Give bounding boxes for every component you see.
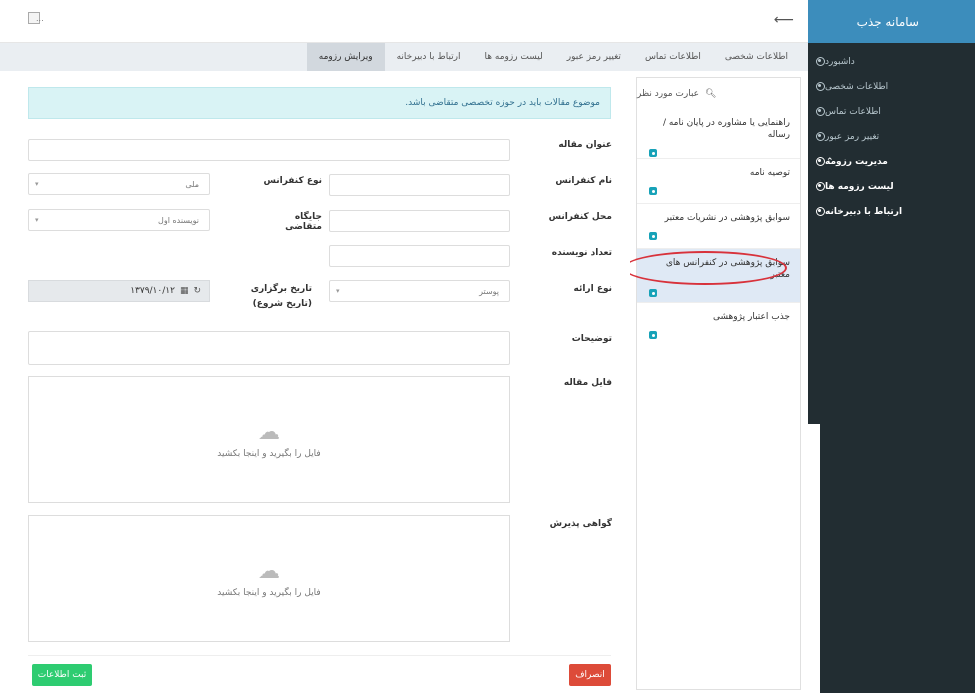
cloud-upload-icon: ☁ <box>258 559 280 584</box>
sidebar-item-label: لیست رزومه ها <box>825 181 894 192</box>
highlight-circle <box>623 251 787 285</box>
dropzone-text: فایل را بگیرید و اینجا بکشید <box>217 588 321 598</box>
chevron-down-icon: ▾ <box>336 287 340 295</box>
sidebar-item-label: اطلاعات شخصی <box>825 81 889 92</box>
cert-label: گواهی پذیرش <box>549 519 612 529</box>
present-type-value: پوستر <box>479 286 499 296</box>
conf-place-label: محل کنفرانس <box>548 212 612 222</box>
circle-icon <box>816 107 825 116</box>
avatar-label: ... <box>36 14 44 23</box>
plus-icon[interactable] <box>649 187 657 195</box>
authors-label: تعداد نویسنده <box>551 248 612 258</box>
list-item-conference-research[interactable]: سوابق پژوهشی در کنفرانس های معتبر <box>623 249 800 303</box>
circle-icon <box>816 182 825 191</box>
list-item-label: راهنمایی یا مشاوره در پایان نامه / رساله <box>662 118 790 140</box>
file-label: فایل مقاله <box>563 378 612 388</box>
calendar-icon[interactable]: ▦ <box>180 286 189 296</box>
sidebar: سامانه جذب داشبورد اطلاعات شخصی اطلاعات … <box>808 0 975 693</box>
sidebar-item-label: ارتباط با دبیرخانه <box>825 206 903 217</box>
search-input[interactable]: 🔍︎ عبارت مورد نظر <box>637 78 800 109</box>
acceptance-cert-dropzone[interactable]: ☁ فایل را بگیرید و اینجا بکشید <box>28 515 510 642</box>
applicant-pos-label: جایگاه متقاضی <box>285 212 322 232</box>
title-label: عنوان مقاله <box>558 140 612 150</box>
present-type-label: نوع ارائه <box>573 284 613 294</box>
present-type-select[interactable]: پوستر ▾ <box>329 280 510 302</box>
tab-personal-info[interactable]: اطلاعات شخصی <box>713 43 800 71</box>
conf-name-input[interactable] <box>329 174 510 196</box>
date-value: ۱۳۷۹/۱۰/۱۲ <box>130 286 175 296</box>
sidebar-item-personal-info[interactable]: اطلاعات شخصی <box>808 74 975 99</box>
main-form: موضوع مقالات باید در حوزه تخصصی متقاضی ب… <box>10 77 630 690</box>
sidebar-item-resume-management[interactable]: ⌃ مدیریت رزومه <box>808 149 975 174</box>
cloud-upload-icon: ☁ <box>258 420 280 445</box>
list-item-recommendation[interactable]: توصیه نامه <box>637 159 800 204</box>
circle-icon <box>816 132 825 141</box>
sidebar-item-label: داشبورد <box>825 56 855 67</box>
circle-icon <box>816 57 825 66</box>
sidebar-item-change-password[interactable]: تغییر رمز عبور <box>808 124 975 149</box>
list-item-label: توصیه نامه <box>749 168 790 178</box>
description-textarea[interactable] <box>28 331 510 365</box>
search-icon: 🔍︎ <box>705 88 717 99</box>
desc-label: توضیحات <box>571 334 612 344</box>
resume-section-list: 🔍︎ عبارت مورد نظر راهنمایی یا مشاوره در … <box>623 77 801 690</box>
info-alert: موضوع مقالات باید در حوزه تخصصی متقاضی ب… <box>28 87 611 119</box>
tab-edit-resume[interactable]: ویرایش رزومه <box>306 43 385 71</box>
conf-type-select[interactable]: ملی ▾ <box>28 173 210 195</box>
plus-icon[interactable] <box>649 149 657 157</box>
list-item-label: سوابق پژوهشی در نشریات معتبر <box>664 213 790 223</box>
chevron-down-icon: ▾ <box>35 216 39 224</box>
cancel-button[interactable]: انصراف <box>569 664 611 686</box>
refresh-icon[interactable]: ↻ <box>193 286 201 296</box>
sidebar-item-contact-info[interactable]: اطلاعات تماس <box>808 99 975 124</box>
sidebar-item-dashboard[interactable]: داشبورد <box>808 49 975 74</box>
conf-name-label: نام کنفرانس <box>555 176 612 186</box>
conf-place-input[interactable] <box>329 210 510 232</box>
circle-icon <box>816 157 825 166</box>
sidebar-item-secretariat[interactable]: ارتباط با دبیرخانه <box>808 199 975 224</box>
sidebar-item-label: مدیریت رزومه <box>825 156 888 167</box>
plus-icon[interactable] <box>649 331 657 339</box>
title-input[interactable] <box>28 139 510 161</box>
tab-secretariat[interactable]: ارتباط با دبیرخانه <box>385 43 473 71</box>
form-divider <box>28 655 611 656</box>
date-picker[interactable]: ۱۳۷۹/۱۰/۱۲ ▦ ↻ <box>28 280 210 302</box>
plus-icon[interactable] <box>649 289 657 297</box>
sidebar-item-label: اطلاعات تماس <box>825 106 881 117</box>
sidebar-item-label: تغییر رمز عبور <box>825 131 880 142</box>
list-item-label: جذب اعتبار پژوهشی <box>713 312 790 322</box>
authors-input[interactable] <box>329 245 510 267</box>
conf-type-label: نوع کنفرانس <box>263 176 322 186</box>
tab-resume-list[interactable]: لیست رزومه ها <box>473 43 555 71</box>
brand-title[interactable]: سامانه جذب <box>808 0 975 43</box>
circle-icon <box>816 207 825 216</box>
list-item-thesis-advising[interactable]: راهنمایی یا مشاوره در پایان نامه / رساله <box>637 109 800 159</box>
list-item-research-funding[interactable]: جذب اعتبار پژوهشی <box>637 303 800 348</box>
article-file-dropzone[interactable]: ☁ فایل را بگیرید و اینجا بکشید <box>28 376 510 503</box>
conf-type-value: ملی <box>185 179 199 189</box>
applicant-pos-select[interactable]: نویسنده اول ▾ <box>28 209 210 231</box>
dropzone-text: فایل را بگیرید و اینجا بکشید <box>217 449 321 459</box>
applicant-pos-value: نویسنده اول <box>158 215 199 225</box>
top-navbar: ⟵ ... <box>0 0 808 43</box>
plus-icon[interactable] <box>649 232 657 240</box>
chevron-up-icon: ⌃ <box>826 156 834 167</box>
tab-contact-info[interactable]: اطلاعات تماس <box>633 43 713 71</box>
list-item-journal-research[interactable]: سوابق پژوهشی در نشریات معتبر <box>637 204 800 249</box>
date-label: تاریخ برگزاری (تاریخ شروع) <box>250 284 312 309</box>
save-button[interactable]: ثبت اطلاعات <box>32 664 92 686</box>
divider <box>808 424 820 693</box>
tab-change-password[interactable]: تغییر رمز عبور <box>555 43 633 71</box>
sidebar-item-resume-list[interactable]: لیست رزومه ها <box>808 174 975 199</box>
chevron-down-icon: ▾ <box>35 180 39 188</box>
back-arrow-icon[interactable]: ⟵ <box>774 12 794 28</box>
search-placeholder: عبارت مورد نظر <box>637 88 700 99</box>
tab-bar: اطلاعات شخصی اطلاعات تماس تغییر رمز عبور… <box>0 43 808 71</box>
circle-icon <box>816 82 825 91</box>
